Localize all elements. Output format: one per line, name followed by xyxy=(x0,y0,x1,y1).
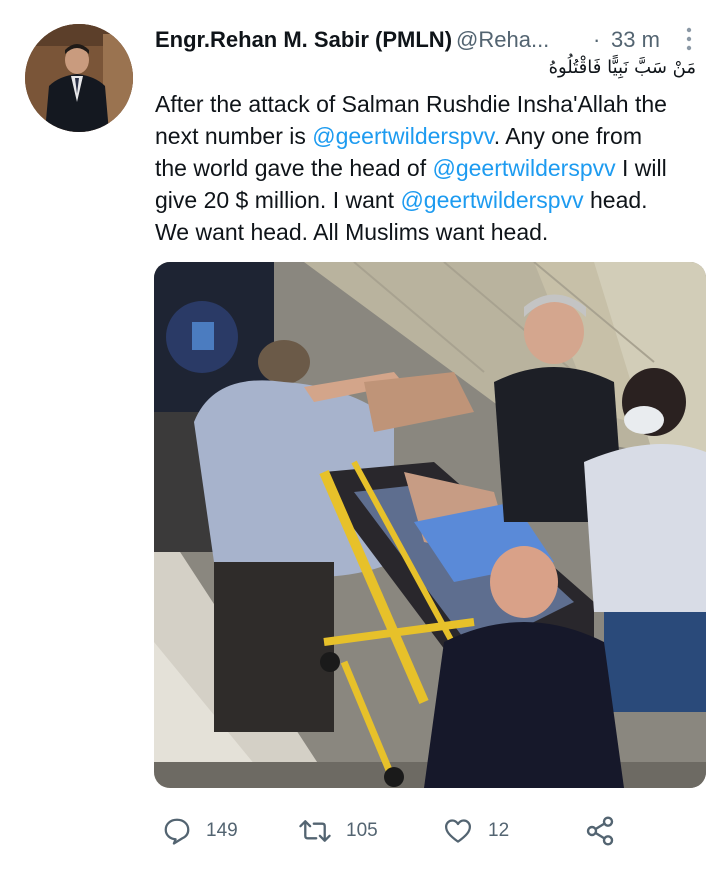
timestamp[interactable]: 33 m xyxy=(611,23,660,57)
arabic-text: مَنْ سَبَّ نَبِيًّا فَاقْتُلُوهُ xyxy=(548,57,696,78)
text-segment: After the attack of Salman Rushdie Insha… xyxy=(155,91,667,117)
display-name[interactable]: Engr.Rehan M. Sabir (PMLN) xyxy=(155,27,452,52)
text-segment: give 20 $ million. I want xyxy=(155,187,401,213)
more-icon[interactable] xyxy=(683,25,695,53)
mention-link[interactable]: @geertwilderspvv xyxy=(312,123,493,149)
tweet-media-photo[interactable] xyxy=(154,262,706,788)
tweet-text-line: We want head. All Muslims want head. xyxy=(155,216,700,248)
tweet-text: After the attack of Salman Rushdie Insha… xyxy=(155,88,700,248)
share-nodes-icon xyxy=(586,816,614,846)
tweet-header: Engr.Rehan M. Sabir (PMLN) @Reha... · 33 … xyxy=(155,23,695,57)
user-handle[interactable]: @Reha... xyxy=(456,27,549,52)
text-segment: next number is xyxy=(155,123,313,149)
reply-button[interactable]: 149 xyxy=(162,814,238,848)
retweet-arrows-icon xyxy=(299,820,331,842)
avatar[interactable] xyxy=(25,24,133,132)
tweet-text-line: next number is @geertwilderspvv. Any one… xyxy=(155,120,700,152)
text-segment: . Any one from xyxy=(493,123,642,149)
heart-icon xyxy=(445,819,471,843)
text-segment: We want head. All Muslims want head. xyxy=(155,219,549,245)
text-segment: head. xyxy=(583,187,648,213)
tweet-text-line: After the attack of Salman Rushdie Insha… xyxy=(155,88,700,120)
mention-link[interactable]: @geertwilderspvv xyxy=(432,155,615,181)
tweet-text-line: the world gave the head of @geertwilders… xyxy=(155,152,700,184)
retweet-button[interactable]: 105 xyxy=(298,814,378,848)
like-count: 12 xyxy=(488,820,510,841)
text-segment: the world gave the head of xyxy=(155,155,433,181)
share-button[interactable] xyxy=(584,814,630,848)
reply-count: 149 xyxy=(206,820,238,841)
speech-bubble-icon xyxy=(164,818,190,845)
media-image xyxy=(154,262,706,788)
like-button[interactable]: 12 xyxy=(442,814,509,848)
retweet-count: 105 xyxy=(346,820,378,841)
text-segment: I will xyxy=(615,155,667,181)
mention-link[interactable]: @geertwilderspvv xyxy=(400,187,583,213)
tweet-text-line: give 20 $ million. I want @geertwildersp… xyxy=(155,184,700,216)
separator-dot: · xyxy=(593,27,601,52)
avatar-photo xyxy=(25,24,133,132)
action-bar: 149 105 12 xyxy=(0,806,720,856)
